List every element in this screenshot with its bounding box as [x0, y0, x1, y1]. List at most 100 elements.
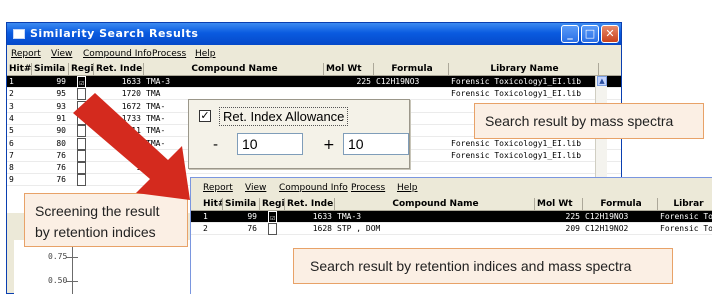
row-library: [449, 162, 599, 174]
row-sim: 93: [56, 101, 66, 111]
row-library: Forensic To: [660, 224, 712, 233]
row-reg-checkbox[interactable]: [77, 162, 86, 175]
menu-process[interactable]: Process: [152, 49, 186, 59]
row-hit: 7: [9, 150, 14, 160]
menu-report[interactable]: Report: [203, 183, 233, 193]
row-sim: 90: [56, 126, 66, 136]
table-header: Hit# Simila Regi Ret. Inde Compound Name…: [191, 198, 712, 211]
callout-mass-text: Search result by mass spectra: [485, 113, 674, 129]
chart-tick: [66, 257, 78, 258]
col-library[interactable]: Library Name: [449, 63, 599, 76]
row-formula: C12H19NO3: [376, 77, 420, 86]
menubar: Report View Compound Info Process Help: [7, 47, 621, 62]
maximize-button[interactable]: □: [581, 25, 599, 43]
col-reg[interactable]: Regi: [69, 63, 94, 76]
menu-compound-info[interactable]: Compound Info: [279, 183, 348, 193]
menu-help[interactable]: Help: [195, 49, 216, 59]
row-ri: 1672: [121, 101, 141, 111]
row-hit: 3: [9, 101, 14, 111]
menubar-front: Report View Compound Info Process Help: [191, 181, 712, 196]
plus-allowance-input[interactable]: [343, 133, 409, 155]
scroll-up-icon[interactable]: ▲: [597, 76, 607, 86]
row-sim: 95: [56, 89, 66, 99]
row-sim: 99: [56, 77, 66, 86]
row-ri: 1754: [121, 138, 141, 148]
row-mw: 209: [565, 224, 580, 233]
col-name[interactable]: Compound Name: [335, 198, 535, 211]
row-hit: 1: [9, 77, 14, 86]
col-mw[interactable]: Mol Wt: [535, 198, 583, 211]
row-reg-checkbox[interactable]: [77, 149, 86, 162]
row-reg-checkbox[interactable]: ☑: [268, 211, 277, 223]
col-hit[interactable]: Hit#: [201, 198, 223, 211]
col-sim[interactable]: Simila: [223, 198, 260, 211]
col-ri[interactable]: Ret. Inde: [285, 198, 335, 211]
table-row[interactable]: 1 99 ☑ 1633 TMA-3 225 C12H19NO3 Forensic To: [191, 211, 712, 223]
row-hit: 1: [203, 212, 208, 221]
menu-view[interactable]: View: [51, 49, 72, 59]
callout-mass-spectra: Search result by mass spectra: [474, 103, 704, 139]
row-name: STP , DOM: [337, 224, 381, 233]
row-reg-checkbox[interactable]: [77, 125, 86, 138]
row-sim: 76: [56, 175, 66, 185]
table-row[interactable]: 1 99 ☑ 1633 TMA-3 225 C12H19NO3 Forensic Toxico…: [7, 76, 621, 88]
callout-screening: Screening the result by retention indice…: [24, 193, 188, 247]
table-row[interactable]: 2 76 1628 STP , DOM 209 C12H19NO2 Forensic To: [191, 223, 712, 235]
ret-index-label: Ret. Index Allowance: [219, 107, 349, 126]
col-sim[interactable]: Simila: [32, 63, 69, 76]
col-hit[interactable]: Hit#: [7, 63, 32, 76]
col-formula[interactable]: Formula: [583, 198, 658, 211]
menu-report[interactable]: Report: [11, 49, 41, 59]
row-hit: 2: [9, 89, 14, 99]
row-sim: 91: [56, 113, 66, 123]
row-mw: 225: [356, 77, 371, 86]
table-header: Hit# Simila Regi Ret. Inde Compound Name…: [7, 63, 621, 76]
row-reg-checkbox[interactable]: ☑: [77, 76, 86, 88]
row-ri: 1633: [121, 77, 141, 86]
row-library: Forensic To: [660, 212, 712, 221]
row-reg-checkbox[interactable]: [77, 112, 86, 125]
row-reg-checkbox[interactable]: [77, 137, 86, 150]
minus-label: -: [213, 137, 219, 153]
menu-compound-info[interactable]: Compound Info: [83, 49, 152, 59]
col-library[interactable]: Librar: [658, 198, 712, 211]
window-titlebar[interactable]: Similarity Search Results _ □ ✕: [7, 23, 621, 45]
callout-combined: Search result by retention indices and m…: [293, 248, 673, 284]
row-hit: 4: [9, 113, 14, 123]
row-ri: 1733: [121, 113, 141, 123]
minus-allowance-input[interactable]: [237, 133, 303, 155]
col-mw[interactable]: Mol Wt: [324, 63, 374, 76]
chart-fragment: 0.75 0.50: [14, 240, 214, 294]
ret-index-checkbox[interactable]: ✓: [199, 110, 211, 122]
callout-combined-text: Search result by retention indices and m…: [310, 258, 632, 274]
row-reg-checkbox[interactable]: [77, 174, 86, 187]
menu-view[interactable]: View: [245, 183, 266, 193]
menu-help[interactable]: Help: [397, 183, 418, 193]
close-button[interactable]: ✕: [601, 25, 619, 43]
chart-tick: [66, 281, 78, 282]
row-hit: 2: [203, 224, 208, 233]
plus-label: +: [323, 137, 335, 153]
menu-process[interactable]: Process: [351, 183, 385, 193]
col-formula[interactable]: Formula: [374, 63, 449, 76]
row-hit: 9: [9, 175, 14, 185]
row-library: Forensic Toxicology1_EI.lib: [451, 150, 582, 160]
window-title: Similarity Search Results: [30, 27, 199, 40]
ret-index-dialog: ✓ Ret. Index Allowance - +: [188, 99, 410, 169]
row-reg-checkbox[interactable]: [268, 223, 277, 235]
row-reg-checkbox[interactable]: [77, 88, 86, 101]
row-reg-checkbox[interactable]: [77, 100, 86, 113]
row-ri: 1628: [312, 224, 332, 233]
chart-tick-label: 0.50: [48, 276, 68, 285]
row-ri: [94, 150, 144, 162]
row-hit: 6: [9, 138, 14, 148]
col-ri[interactable]: Ret. Inde: [94, 63, 144, 76]
row-library: Forensic Toxicology1_EI.lib: [451, 77, 582, 86]
chart-tick-label: 0.75: [48, 252, 68, 261]
col-name[interactable]: Compound Name: [144, 63, 324, 76]
callout-screening-line1: Screening the result: [35, 203, 160, 219]
col-reg[interactable]: Regi: [260, 198, 285, 211]
chart-y-axis: [72, 240, 73, 294]
minimize-button[interactable]: _: [561, 25, 579, 43]
row-ri: 1720: [121, 89, 141, 99]
